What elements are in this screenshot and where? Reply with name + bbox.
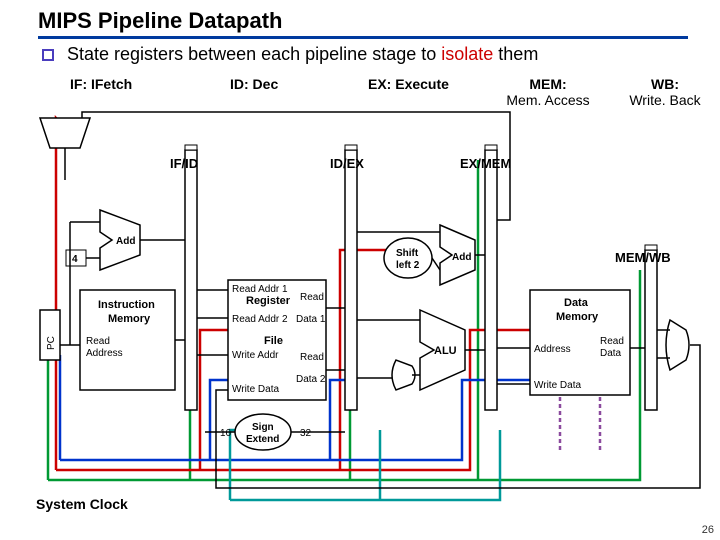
exmem-reg [485,150,497,410]
memwb-label: MEM/WB [615,250,671,265]
dmem-l2: Memory [556,311,599,323]
read-addr-l1: Read [86,336,110,347]
sign-l1: Sign [252,422,274,433]
system-clock-label: System Clock [36,496,128,512]
memwb-reg [645,250,657,410]
wb-mux [666,320,689,370]
thirtytwo: 32 [300,428,312,439]
w-add2b [432,258,440,270]
exmem-label: EX/MEM [460,156,511,171]
datapath-svg: PC Instruction Memory Read Address Add 4… [0,0,720,540]
dmem-rd1: Read [600,336,624,347]
pc-block [40,310,60,360]
alu-label: ALU [434,345,457,357]
const4: 4 [72,254,78,265]
pc-mux [40,118,90,148]
wa: Write Addr [232,350,279,361]
alu-mux [392,360,415,390]
rd2b: Data 2 [296,374,326,385]
add2-label: Add [452,252,471,263]
branch-loop [82,112,510,220]
dmem-rd2: Data [600,348,622,359]
ra1: Read Addr 1 [232,284,288,295]
regfile-title: Register [246,295,291,307]
rd1a: Read [300,292,324,303]
ifid-reg [185,150,197,410]
add1-label: Add [116,236,135,247]
ifid-label: IF/ID [170,156,198,171]
sixteen: 16 [220,428,232,439]
regfile-file: File [264,335,283,347]
page-number: 26 [702,524,714,536]
shift-l1: Shift [396,248,419,259]
sign-l2: Extend [246,434,279,445]
shift-l2: left 2 [396,260,420,271]
read-addr-l2: Address [86,348,123,359]
dmem-wd: Write Data [534,380,581,391]
idex-reg [345,150,357,410]
ra2: Read Addr 2 [232,314,288,325]
dmem-addr: Address [534,344,571,355]
pc-label: PC [46,336,57,350]
dmem-l1: Data [564,297,589,309]
idex-label: ID/EX [330,156,364,171]
rd1b: Data 1 [296,314,326,325]
wd: Write Data [232,384,279,395]
rd2a: Read [300,352,324,363]
instr-mem-l2: Memory [108,313,151,325]
instr-mem-l1: Instruction [98,299,155,311]
